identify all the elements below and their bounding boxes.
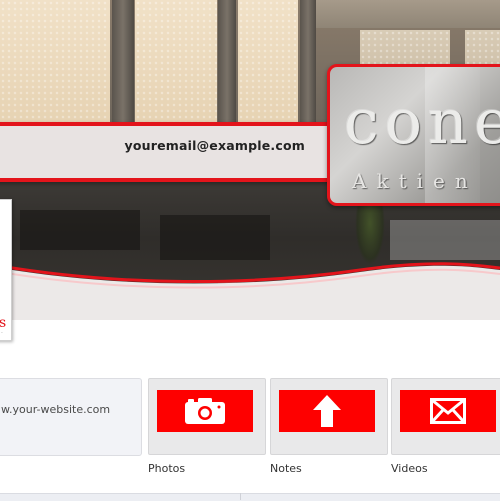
contact-band: youremail@example.com <box>0 122 335 182</box>
cover-ceiling <box>300 0 500 28</box>
app-photos[interactable] <box>148 378 266 455</box>
app-videos[interactable] <box>391 378 500 455</box>
company-logo-frame: cone Aktien <box>327 64 500 206</box>
cover-window <box>135 0 217 128</box>
envelope-icon <box>430 398 466 424</box>
cover-window <box>238 0 298 128</box>
app-tile-photos[interactable] <box>157 390 253 432</box>
app-notes[interactable] <box>270 378 388 455</box>
timeline-separator <box>240 493 241 500</box>
cover-window <box>0 0 110 128</box>
website-link[interactable]: w.your-website.com <box>1 403 110 416</box>
app-tile-notes[interactable] <box>279 390 375 432</box>
upload-arrow-icon <box>313 395 341 427</box>
app-label-videos[interactable]: Videos <box>391 462 428 475</box>
app-label-notes[interactable]: Notes <box>270 462 302 475</box>
camera-icon <box>185 398 225 424</box>
profile-logo-sub: · <box>1 330 3 337</box>
profile-picture[interactable]: s · <box>0 199 12 341</box>
logo-wordmark: cone <box>344 85 500 158</box>
profile-logo-mark: s <box>0 315 6 331</box>
about-box: w.your-website.com <box>0 378 142 456</box>
app-tile-videos[interactable] <box>400 390 496 432</box>
cover-wave <box>0 262 500 320</box>
app-label-photos[interactable]: Photos <box>148 462 185 475</box>
logo-subtitle: Aktien <box>352 169 478 193</box>
contact-email[interactable]: youremail@example.com <box>125 138 306 153</box>
